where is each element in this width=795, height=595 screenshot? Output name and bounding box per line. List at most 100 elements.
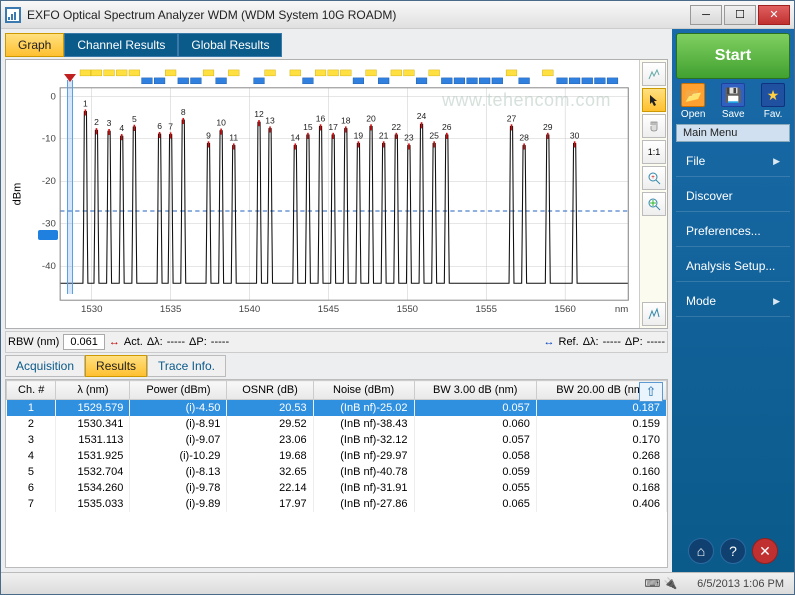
tab-results[interactable]: Results [85, 355, 147, 377]
plot[interactable]: 0-10-20-30-40153015351540154515501555156… [28, 60, 639, 328]
svg-text:1555: 1555 [476, 304, 497, 314]
chevron-right-icon: ▶ [773, 296, 780, 307]
menu-file[interactable]: File▶ [676, 146, 790, 177]
main-tabs: Graph Channel Results Global Results [5, 33, 668, 57]
svg-text:4: 4 [119, 124, 124, 133]
rbw-label: RBW (nm) [8, 336, 59, 348]
svg-text:20: 20 [366, 115, 376, 124]
body: Graph Channel Results Global Results dBm… [1, 29, 794, 572]
svg-text:26: 26 [442, 123, 452, 132]
ref-arrows-icon: ↔ [544, 336, 555, 348]
svg-text:28: 28 [519, 134, 529, 143]
graph-toolbar: 1:1 + [639, 60, 667, 328]
col-header[interactable]: BW 3.00 dB (nm) [414, 381, 536, 400]
table-row[interactable]: 61534.260(i)-9.7822.14(InB nf)-31.910.05… [7, 480, 667, 496]
menu-mode[interactable]: Mode▶ [676, 286, 790, 317]
app-window: EXFO Optical Spectrum Analyzer WDM (WDM … [0, 0, 795, 595]
collapse-up-button[interactable]: ⇧ [639, 382, 663, 402]
menu-preferences[interactable]: Preferences... [676, 216, 790, 247]
exit-icon[interactable]: ✕ [752, 538, 778, 564]
menu-analysis-setup[interactable]: Analysis Setup... [676, 251, 790, 282]
table-row[interactable]: 11529.579(i)-4.5020.53(InB nf)-25.020.05… [7, 400, 667, 417]
svg-text:30: 30 [570, 132, 580, 141]
home-icon[interactable]: ⌂ [688, 538, 714, 564]
svg-text:21: 21 [379, 132, 389, 141]
svg-text:2: 2 [94, 118, 99, 127]
window-title: EXFO Optical Spectrum Analyzer WDM (WDM … [27, 8, 688, 22]
selection-band[interactable] [67, 80, 73, 294]
fav-button[interactable]: ★Fav. [761, 83, 785, 120]
sidebar-icon-row: 📂Open 💾Save ★Fav. [676, 83, 790, 120]
maximize-button[interactable]: ☐ [724, 5, 756, 25]
selection-marker-icon[interactable] [64, 74, 76, 82]
svg-text:17: 17 [328, 123, 338, 132]
svg-text:3: 3 [107, 119, 112, 128]
app-icon [5, 7, 21, 23]
col-header[interactable]: Ch. # [7, 381, 56, 400]
svg-text:1540: 1540 [239, 304, 260, 314]
svg-text:18: 18 [341, 117, 351, 126]
svg-text:24: 24 [417, 112, 427, 121]
menu-header: Main Menu [676, 124, 790, 142]
close-button[interactable]: ✕ [758, 5, 790, 25]
svg-text:-10: -10 [42, 134, 56, 144]
zoom-xy-icon[interactable] [642, 192, 666, 216]
act-arrows-icon: ↔ [109, 336, 120, 348]
results-table: Ch. #λ (nm)Power (dBm)OSNR (dB)Noise (dB… [6, 380, 667, 512]
start-button[interactable]: Start [676, 33, 790, 79]
table-row[interactable]: 51532.704(i)-8.1332.65(InB nf)-40.780.05… [7, 464, 667, 480]
svg-text:1530: 1530 [81, 304, 102, 314]
pan-icon[interactable] [642, 114, 666, 138]
svg-text:15: 15 [303, 123, 313, 132]
pointer-icon[interactable] [642, 88, 666, 112]
menu-discover[interactable]: Discover [676, 181, 790, 212]
svg-text:27: 27 [507, 115, 517, 124]
svg-text:1560: 1560 [554, 304, 575, 314]
help-icon[interactable]: ? [720, 538, 746, 564]
svg-text:1: 1 [83, 100, 88, 109]
col-header[interactable]: λ (nm) [56, 381, 130, 400]
tab-channel-results[interactable]: Channel Results [64, 33, 178, 57]
col-header[interactable]: OSNR (dB) [227, 381, 313, 400]
svg-text:19: 19 [354, 132, 364, 141]
svg-text:nm: nm [615, 304, 629, 314]
tab-trace-info[interactable]: Trace Info. [147, 355, 226, 377]
minimize-button[interactable]: ─ [690, 5, 722, 25]
save-button[interactable]: 💾Save [721, 83, 745, 120]
threshold-handle[interactable] [36, 230, 58, 240]
chevron-right-icon: ▶ [773, 156, 780, 167]
table-row[interactable]: 21530.341(i)-8.9129.52(InB nf)-38.430.06… [7, 416, 667, 432]
zoom-fit-icon[interactable]: 1:1 [642, 140, 666, 164]
y-axis-label: dBm [6, 60, 28, 328]
svg-text:1550: 1550 [397, 304, 418, 314]
svg-text:14: 14 [291, 134, 301, 143]
tab-global-results[interactable]: Global Results [178, 33, 282, 57]
rbw-value[interactable]: 0.061 [63, 334, 105, 350]
autoscale-icon[interactable] [642, 62, 666, 86]
tab-graph[interactable]: Graph [5, 33, 64, 57]
svg-text:7: 7 [168, 123, 173, 132]
svg-text:0: 0 [51, 92, 56, 102]
tab-acquisition[interactable]: Acquisition [5, 355, 85, 377]
sidebar: Start 📂Open 💾Save ★Fav. Main Menu File▶ … [672, 29, 794, 572]
svg-text:22: 22 [392, 123, 402, 132]
svg-text:13: 13 [265, 117, 275, 126]
status-icons: ⌨ 🔌 [645, 577, 678, 590]
col-header[interactable]: Noise (dBm) [313, 381, 414, 400]
svg-text:29: 29 [543, 123, 553, 132]
svg-text:-40: -40 [42, 262, 56, 272]
peak-find-icon[interactable] [642, 302, 666, 326]
table-row[interactable]: 41531.925(i)-10.2919.68(InB nf)-29.970.0… [7, 448, 667, 464]
rbw-row: RBW (nm) 0.061 ↔ Act. Δλ:----- ΔP:----- … [5, 331, 668, 353]
table-row[interactable]: 71535.033(i)-9.8917.97(InB nf)-27.860.06… [7, 496, 667, 512]
svg-text:16: 16 [316, 115, 326, 124]
svg-text:-20: -20 [42, 177, 56, 187]
svg-text:12: 12 [254, 110, 264, 119]
svg-text:10: 10 [216, 119, 226, 128]
open-button[interactable]: 📂Open [681, 83, 705, 120]
ref-label: Ref. [559, 336, 579, 348]
table-row[interactable]: 31531.113(i)-9.0723.06(InB nf)-32.120.05… [7, 432, 667, 448]
svg-text:6: 6 [157, 122, 162, 131]
zoom-in-icon[interactable]: + [642, 166, 666, 190]
col-header[interactable]: Power (dBm) [130, 381, 227, 400]
